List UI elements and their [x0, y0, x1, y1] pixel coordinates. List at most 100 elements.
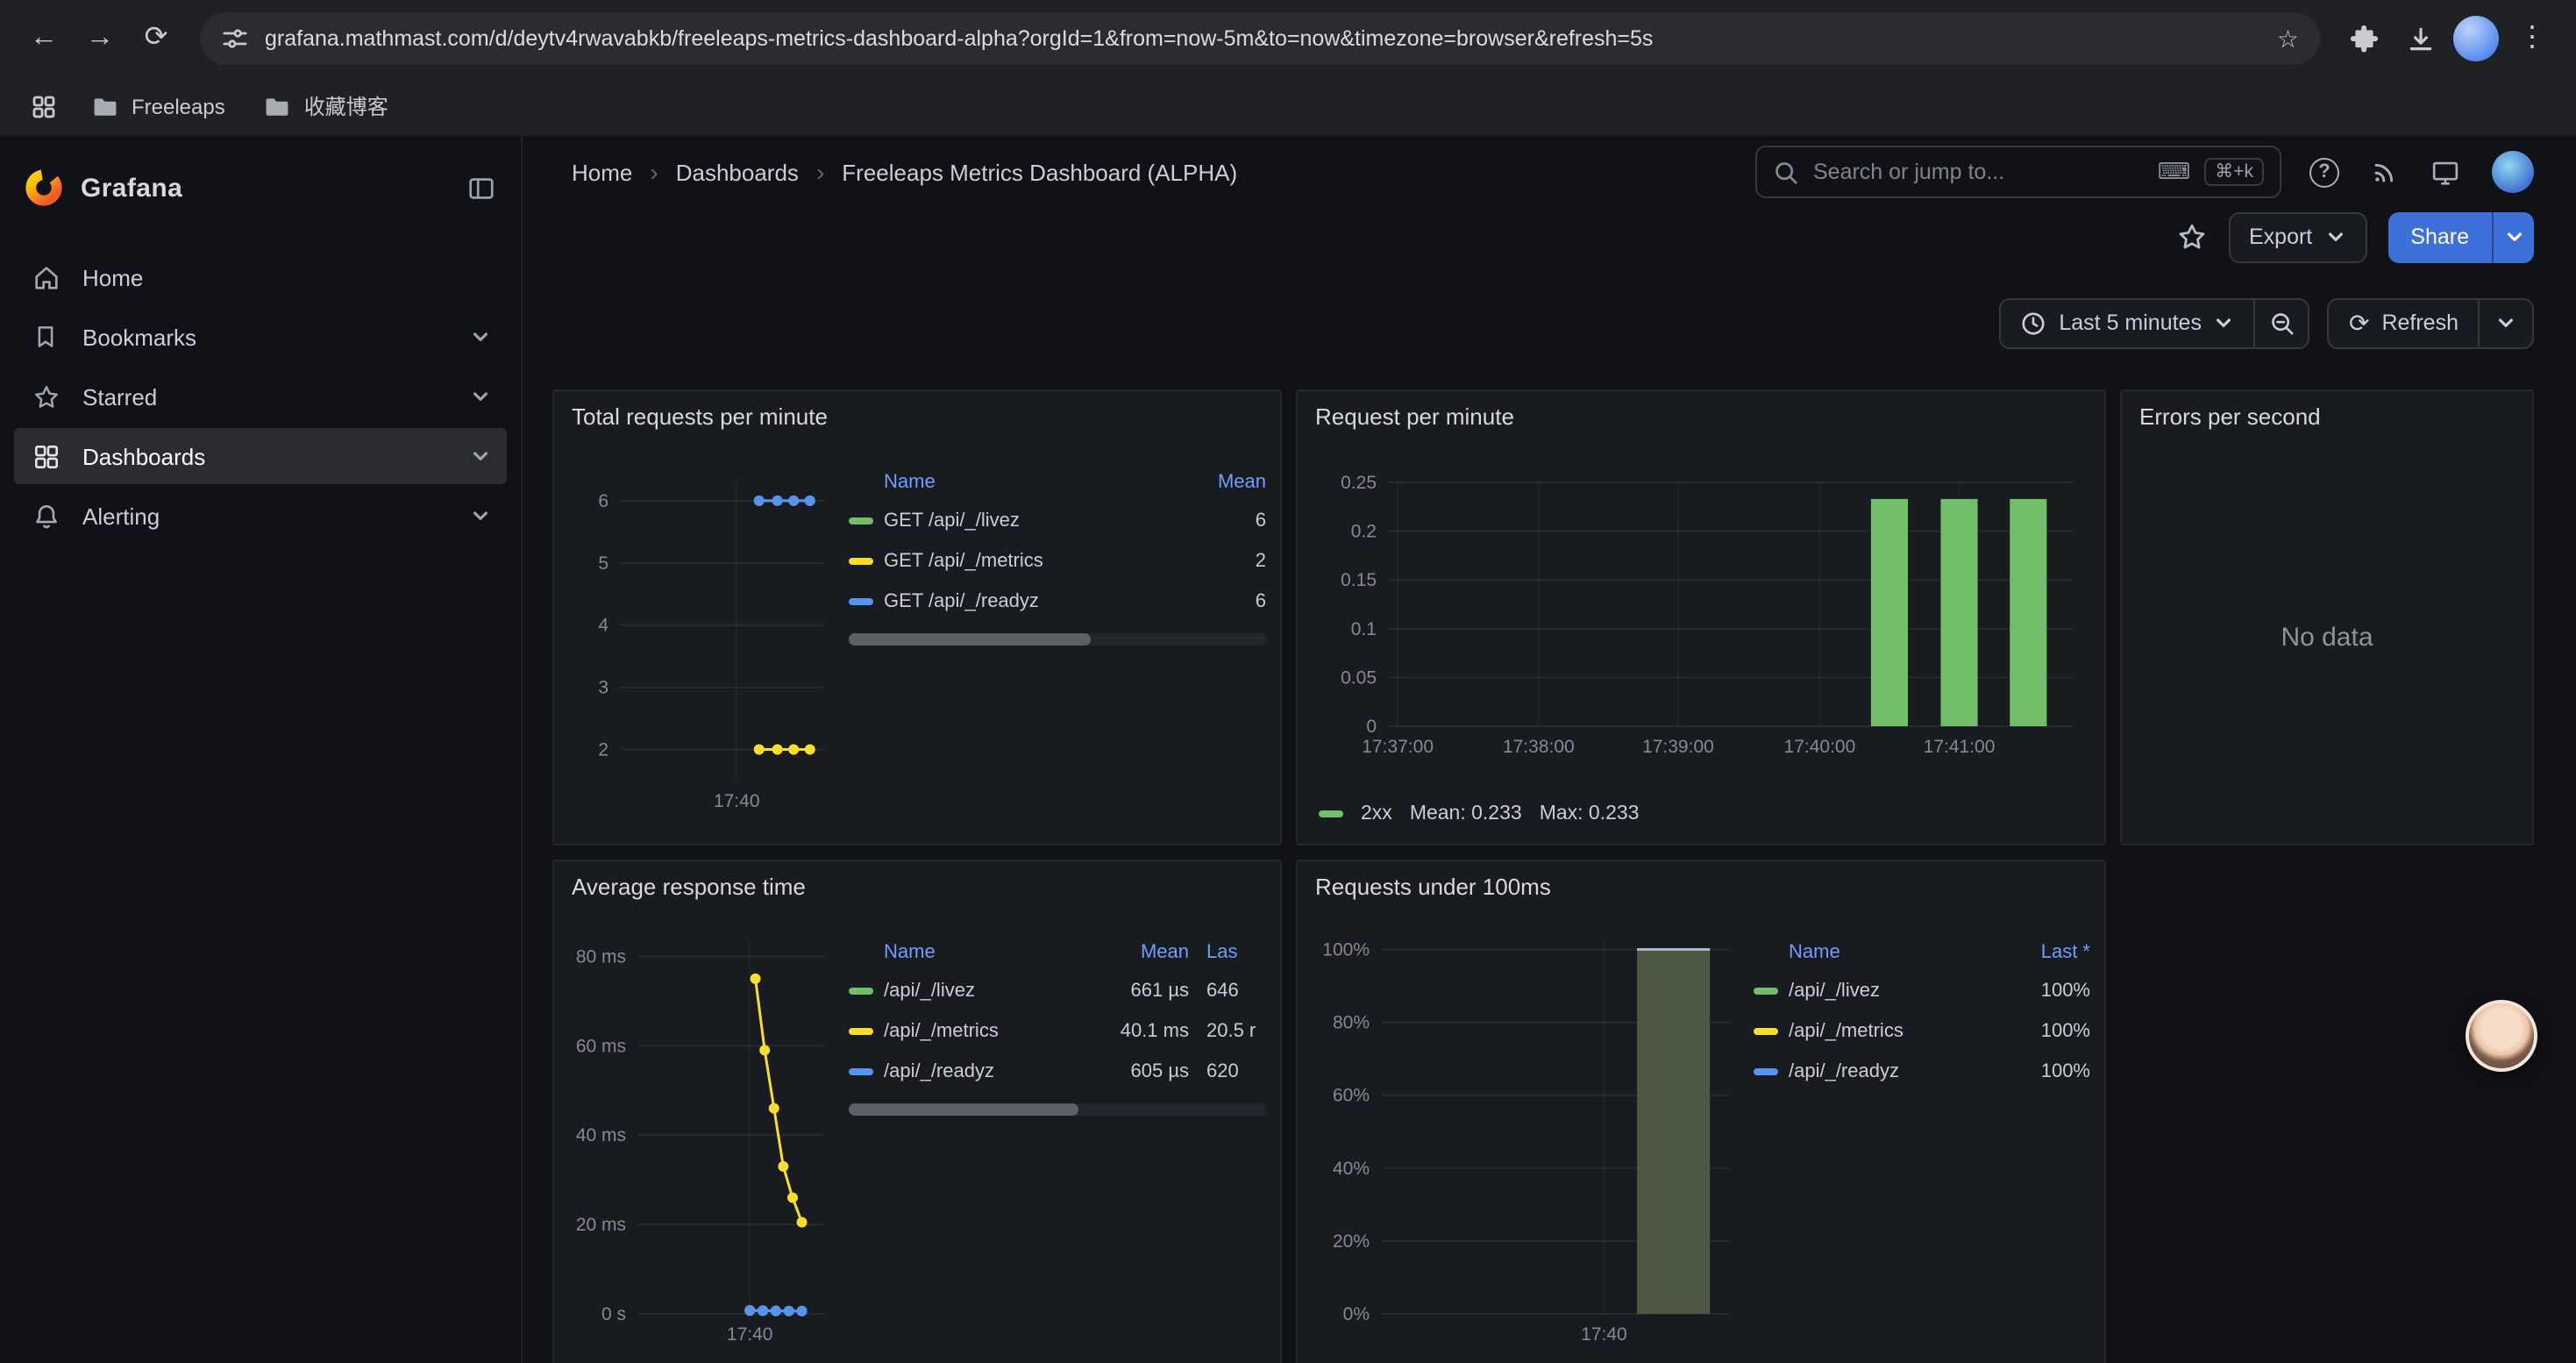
legend-header-mean[interactable]: Mean [1185, 472, 1266, 493]
favorite-star-icon[interactable] [2175, 221, 2207, 253]
series-name[interactable]: /api/_/readyz [1789, 1060, 1999, 1081]
apps-grid-icon[interactable] [21, 83, 67, 129]
floating-avatar[interactable] [2466, 1000, 2537, 1072]
search-box[interactable]: ⌨ ⌘+k [1755, 146, 2281, 198]
bell-icon [30, 501, 61, 531]
legend[interactable]: 2xx Mean: 0.233 Max: 0.233 [1312, 795, 2090, 833]
clock-icon [2020, 310, 2046, 336]
site-info-icon[interactable] [221, 25, 249, 53]
series-name[interactable]: 2xx [1361, 803, 1392, 824]
panel-title[interactable]: Average response time [554, 861, 1280, 910]
legend-row[interactable]: GET /api/_/readyz 6 [849, 581, 1266, 621]
svg-text:17:40: 17:40 [1581, 1324, 1627, 1345]
chevron-down-icon[interactable] [470, 386, 491, 407]
legend-row[interactable]: /api/_/metrics 40.1 ms 20.5 r [849, 1010, 1266, 1051]
svg-text:17:38:00: 17:38:00 [1503, 737, 1575, 757]
legend-row[interactable]: /api/_/readyz 100% [1754, 1051, 2090, 1091]
refresh-button[interactable]: ⟳ Refresh [2328, 297, 2480, 348]
legend-header-mean[interactable]: Mean [1084, 942, 1189, 963]
legend-scrollbar[interactable] [849, 633, 1266, 646]
breadcrumb-home[interactable]: Home [572, 159, 632, 185]
refresh-interval-dropdown[interactable] [2478, 297, 2534, 348]
top-nav-icons: ? [2309, 151, 2534, 193]
user-avatar[interactable] [2492, 151, 2534, 193]
series-name[interactable]: /api/_/metrics [1789, 1020, 1999, 1041]
legend-header-name[interactable]: Name [884, 472, 1185, 493]
series-last: 646 [1189, 980, 1266, 1001]
brand-row: Grafana [0, 151, 521, 225]
bookmark-freeleaps[interactable]: Freeleaps [77, 85, 239, 127]
series-name[interactable]: GET /api/_/readyz [884, 590, 1185, 611]
zoom-out-icon[interactable] [2254, 297, 2310, 348]
grafana-logo [25, 168, 63, 207]
forward-icon[interactable]: → [74, 12, 126, 65]
display-icon[interactable] [2430, 157, 2460, 187]
legend-table: Name Last * /api/_/livez 100% /api/_/met… [1754, 935, 2090, 1356]
sidebar-item-bookmarks[interactable]: Bookmarks [14, 309, 507, 365]
series-mean: 6 [1185, 510, 1266, 531]
export-button[interactable]: Export [2228, 211, 2366, 262]
sidebar-item-label: Starred [82, 383, 157, 410]
request-per-minute-chart[interactable]: 0.250.20.150.10.05017:37:0017:38:0017:39… [1312, 440, 2090, 795]
total-requests-chart[interactable]: 6543217:40 [568, 440, 838, 833]
series-name[interactable]: /api/_/livez [884, 980, 1084, 1001]
series-marker [1754, 1027, 1778, 1034]
svg-text:40 ms: 40 ms [576, 1125, 626, 1145]
chevron-down-icon[interactable] [470, 446, 491, 467]
address-bar[interactable]: grafana.mathmast.com/d/deytv4rwavabkb/fr… [200, 12, 2320, 65]
series-name[interactable]: /api/_/livez [1789, 980, 1999, 1001]
browser-profile-avatar[interactable] [2450, 12, 2502, 65]
help-icon[interactable]: ? [2309, 157, 2339, 187]
chevron-down-icon[interactable] [470, 326, 491, 347]
downloads-icon[interactable] [2394, 12, 2446, 65]
panel-title[interactable]: Requests under 100ms [1298, 861, 2104, 910]
sidebar-item-dashboards[interactable]: Dashboards [14, 428, 507, 484]
legend-header-name[interactable]: Name [1789, 942, 1999, 963]
sidebar-item-home[interactable]: Home [14, 249, 507, 305]
top-nav: Home › Dashboards › Freeleaps Metrics Da… [523, 137, 2576, 207]
panel-title[interactable]: Errors per second [2122, 391, 2532, 440]
legend-row[interactable]: /api/_/readyz 605 µs 620 [849, 1051, 1266, 1091]
collapse-sidebar-icon[interactable] [466, 173, 496, 203]
back-icon[interactable]: ← [18, 12, 70, 65]
series-name[interactable]: /api/_/metrics [884, 1020, 1084, 1041]
svg-text:4: 4 [598, 616, 608, 636]
legend-scrollbar[interactable] [849, 1103, 1266, 1116]
extensions-icon[interactable] [2338, 12, 2390, 65]
bookmark-blogs[interactable]: 收藏博客 [250, 84, 402, 128]
time-range-label: Last 5 minutes [2059, 310, 2202, 335]
legend-header-last[interactable]: Last * [1999, 942, 2090, 963]
sidebar-item-label: Bookmarks [82, 324, 196, 350]
svg-text:0.05: 0.05 [1341, 667, 1377, 688]
series-name[interactable]: GET /api/_/livez [884, 510, 1185, 531]
url-text: grafana.mathmast.com/d/deytv4rwavabkb/fr… [265, 26, 2261, 51]
search-input[interactable] [1813, 160, 2144, 184]
panel-title[interactable]: Total requests per minute [554, 391, 1280, 440]
panel-title[interactable]: Request per minute [1298, 391, 2104, 440]
time-range-picker[interactable]: Last 5 minutes [1999, 297, 2256, 348]
average-response-time-chart[interactable]: 80 ms60 ms40 ms20 ms0 s17:40 [568, 910, 838, 1356]
series-name[interactable]: GET /api/_/metrics [884, 550, 1185, 571]
series-name[interactable]: /api/_/readyz [884, 1060, 1084, 1081]
legend-row[interactable]: /api/_/livez 661 µs 646 [849, 970, 1266, 1010]
legend-row[interactable]: /api/_/livez 100% [1754, 970, 2090, 1010]
legend-row[interactable]: GET /api/_/livez 6 [849, 500, 1266, 540]
chevron-down-icon[interactable] [470, 505, 491, 526]
breadcrumb-dashboards[interactable]: Dashboards [676, 159, 799, 185]
bookmark-star-icon[interactable]: ☆ [2277, 26, 2299, 51]
sidebar-item-starred[interactable]: Starred [14, 368, 507, 425]
reload-icon[interactable]: ⟳ [130, 12, 182, 65]
news-rss-icon[interactable] [2371, 158, 2399, 186]
svg-text:3: 3 [598, 678, 608, 698]
browser-menu-icon[interactable]: ⋮ [2506, 12, 2558, 65]
share-dropdown-icon[interactable] [2492, 211, 2534, 262]
legend-row[interactable]: GET /api/_/metrics 2 [849, 540, 1266, 581]
sidebar-item-alerting[interactable]: Alerting [14, 488, 507, 544]
svg-text:20 ms: 20 ms [576, 1215, 626, 1235]
legend-header-last[interactable]: Las [1189, 942, 1266, 963]
share-button[interactable]: Share [2387, 211, 2492, 262]
requests-under-100ms-chart[interactable]: 100%80%60%40%20%0%17:40 [1312, 910, 1743, 1356]
legend-header-name[interactable]: Name [884, 942, 1084, 963]
legend-row[interactable]: /api/_/metrics 100% [1754, 1010, 2090, 1051]
series-last: 100% [1999, 1020, 2090, 1041]
